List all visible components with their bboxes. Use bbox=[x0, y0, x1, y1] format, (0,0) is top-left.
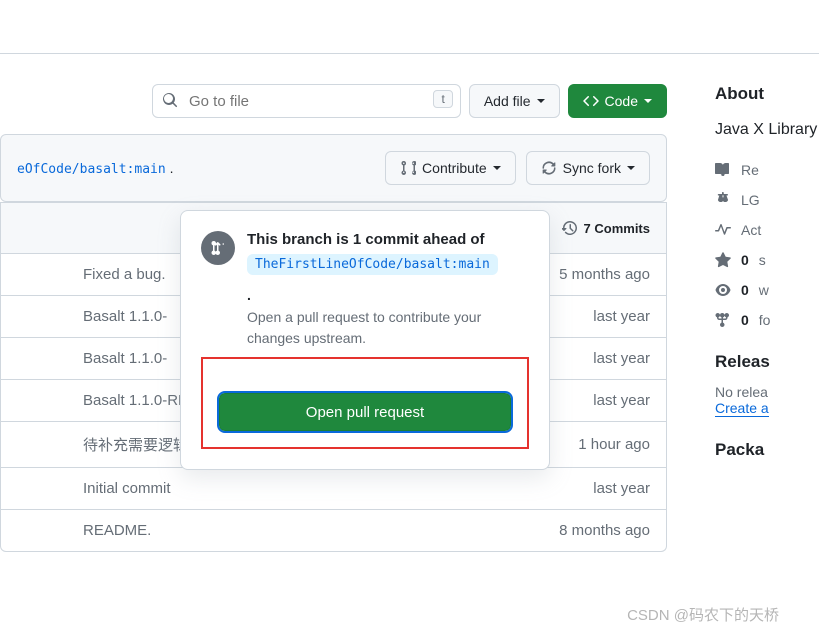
chevron-down-icon bbox=[493, 166, 501, 170]
branch-compare-bar: eOfCode/basalt:main . Contribute Sync fo… bbox=[0, 134, 667, 202]
sync-fork-label: Sync fork bbox=[563, 160, 621, 176]
repo-forked-icon bbox=[715, 312, 731, 328]
no-releases-text: No relea bbox=[715, 384, 819, 400]
releases-heading: Releas bbox=[715, 352, 819, 372]
git-pull-request-icon bbox=[400, 160, 416, 176]
code-icon bbox=[583, 93, 599, 109]
pull-request-circle-icon bbox=[201, 231, 235, 265]
commit-time: 5 months ago bbox=[559, 266, 650, 283]
popover-dot: . bbox=[247, 287, 529, 303]
commits-link[interactable]: 7 Commits bbox=[562, 220, 650, 236]
commit-time: last year bbox=[593, 480, 650, 497]
stars-count[interactable]: 0s bbox=[715, 252, 819, 268]
code-button[interactable]: Code bbox=[568, 84, 667, 118]
contribute-button[interactable]: Contribute bbox=[385, 151, 516, 185]
commit-time: 1 hour ago bbox=[578, 436, 650, 453]
popover-branch-ref[interactable]: TheFirstLineOfCode/basalt:main bbox=[247, 254, 498, 275]
git-pull-request-icon bbox=[210, 240, 226, 256]
forks-count[interactable]: 0fo bbox=[715, 312, 819, 328]
search-icon bbox=[162, 92, 178, 111]
commits-count: 7 Commits bbox=[584, 221, 650, 236]
code-label: Code bbox=[605, 93, 638, 109]
contribute-label: Contribute bbox=[422, 160, 487, 176]
star-icon bbox=[715, 252, 731, 268]
chevron-down-icon bbox=[644, 99, 652, 103]
sync-icon bbox=[541, 160, 557, 176]
create-release-link[interactable]: Create a bbox=[715, 400, 769, 417]
packages-heading: Packa bbox=[715, 440, 819, 460]
add-file-label: Add file bbox=[484, 93, 531, 109]
commit-time: last year bbox=[593, 392, 650, 409]
branch-ref[interactable]: eOfCode/basalt:main bbox=[17, 162, 166, 177]
watermark: CSDN @码农下的天桥 bbox=[627, 604, 779, 625]
activity-link[interactable]: Act bbox=[715, 222, 819, 238]
about-description: Java X Library bbox=[715, 118, 819, 142]
annotation-highlight: Open pull request bbox=[201, 357, 529, 449]
about-heading: About bbox=[715, 84, 819, 104]
book-icon bbox=[715, 162, 731, 178]
branch-ref-dot: . bbox=[170, 160, 174, 176]
commit-time: last year bbox=[593, 308, 650, 325]
add-file-button[interactable]: Add file bbox=[469, 84, 560, 118]
table-row[interactable]: Initial commitlast year bbox=[1, 468, 666, 510]
table-row[interactable]: README.8 months ago bbox=[1, 510, 666, 551]
open-pull-request-button[interactable]: Open pull request bbox=[219, 393, 511, 431]
sync-fork-button[interactable]: Sync fork bbox=[526, 151, 650, 185]
law-icon bbox=[715, 192, 731, 208]
history-icon bbox=[562, 220, 578, 236]
eye-icon bbox=[715, 282, 731, 298]
commit-time: last year bbox=[593, 350, 650, 367]
popover-description: Open a pull request to contribute your c… bbox=[247, 307, 529, 349]
popover-title: This branch is 1 commit ahead of bbox=[247, 231, 529, 248]
commit-message: README. bbox=[17, 522, 559, 539]
chevron-down-icon bbox=[537, 99, 545, 103]
license-link[interactable]: LG bbox=[715, 192, 819, 208]
readme-link[interactable]: Re bbox=[715, 162, 819, 178]
contribute-popover: This branch is 1 commit ahead of TheFirs… bbox=[180, 210, 550, 470]
sidebar-about: About Java X Library Re LG Act 0s 0w 0fo… bbox=[699, 84, 819, 552]
go-to-file-search[interactable]: t bbox=[152, 84, 461, 118]
search-input[interactable] bbox=[152, 84, 461, 118]
watching-count[interactable]: 0w bbox=[715, 282, 819, 298]
chevron-down-icon bbox=[627, 166, 635, 170]
pulse-icon bbox=[715, 222, 731, 238]
commit-message: Initial commit bbox=[17, 480, 593, 497]
commit-time: 8 months ago bbox=[559, 522, 650, 539]
kbd-shortcut: t bbox=[433, 90, 452, 108]
